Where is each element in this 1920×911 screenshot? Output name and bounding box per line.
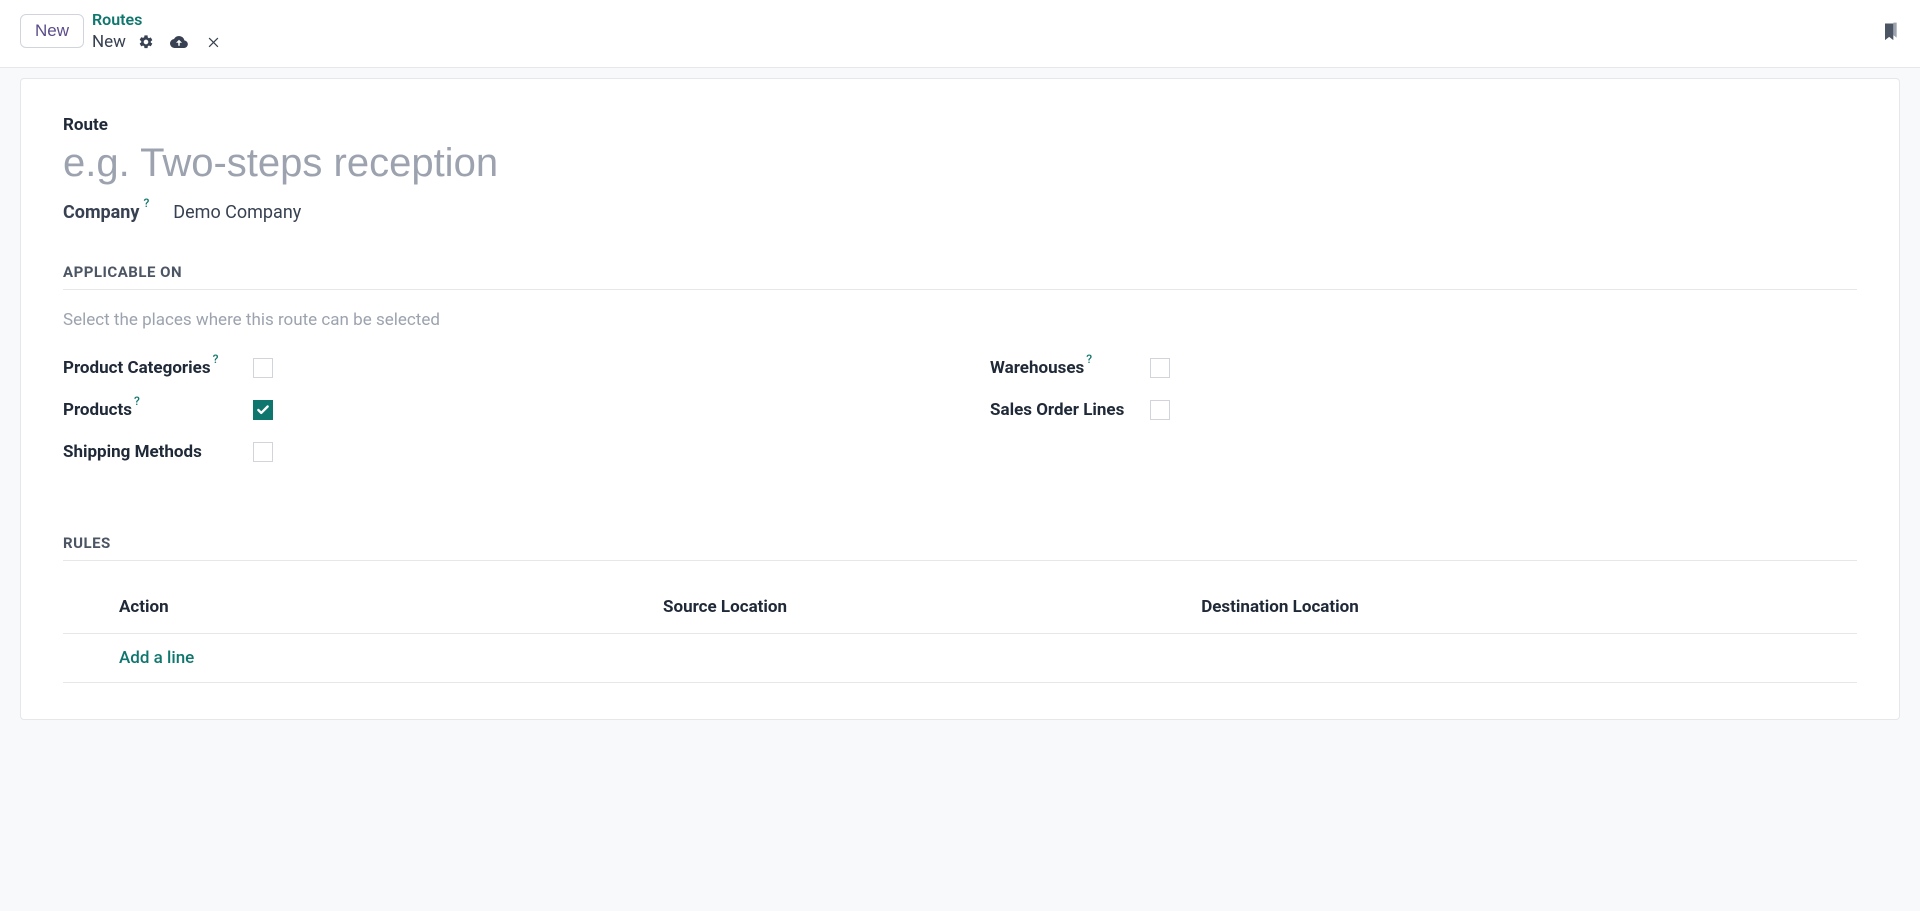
status-icons <box>170 33 221 51</box>
company-label-text: Company <box>63 202 139 223</box>
col-action: Action <box>63 581 655 634</box>
shipping-methods-checkbox[interactable] <box>253 442 273 462</box>
help-icon[interactable]: ? <box>143 196 149 210</box>
rules-section-title: RULES <box>63 534 1857 561</box>
warehouses-label: Warehouses ? <box>990 358 1150 378</box>
products-checkbox[interactable] <box>253 400 273 420</box>
shipping-methods-row: Shipping Methods <box>63 442 930 462</box>
applicable-on-hint: Select the places where this route can b… <box>63 310 1857 330</box>
products-row: Products ? <box>63 400 930 420</box>
sales-order-lines-label: Sales Order Lines <box>990 400 1150 420</box>
sales-order-lines-row: Sales Order Lines <box>990 400 1857 420</box>
applicable-left-col: Product Categories ? Products ? Shipping… <box>63 358 930 484</box>
sales-order-lines-label-text: Sales Order Lines <box>990 400 1124 420</box>
product-categories-label-text: Product Categories <box>63 358 211 378</box>
shipping-methods-label-text: Shipping Methods <box>63 442 202 462</box>
col-destination: Destination Location <box>1193 581 1857 634</box>
products-label: Products ? <box>63 400 253 420</box>
gear-icon[interactable] <box>138 34 154 50</box>
bookmark-icon[interactable] <box>1880 21 1900 41</box>
rules-header-row: Action Source Location Destination Locat… <box>63 581 1857 634</box>
help-icon[interactable]: ? <box>134 394 140 408</box>
company-field-label: Company ? <box>63 202 149 223</box>
breadcrumb-current: New <box>92 31 126 53</box>
shipping-methods-label: Shipping Methods <box>63 442 253 462</box>
warehouses-label-text: Warehouses <box>990 358 1084 378</box>
warehouses-row: Warehouses ? <box>990 358 1857 378</box>
rules-table: Action Source Location Destination Locat… <box>63 581 1857 683</box>
products-label-text: Products <box>63 400 132 420</box>
route-name-input[interactable] <box>63 135 1857 202</box>
warehouses-checkbox[interactable] <box>1150 358 1170 378</box>
page-wrap: Route Company ? Demo Company APPLICABLE … <box>0 68 1920 750</box>
help-icon[interactable]: ? <box>213 352 219 366</box>
breadcrumb-current-row: New <box>92 31 221 53</box>
route-field-label: Route <box>63 115 1857 135</box>
applicable-right-col: Warehouses ? Sales Order Lines <box>990 358 1857 484</box>
product-categories-row: Product Categories ? <box>63 358 930 378</box>
form-sheet: Route Company ? Demo Company APPLICABLE … <box>20 78 1900 720</box>
col-source: Source Location <box>655 581 1193 634</box>
breadcrumb: Routes New <box>92 10 221 53</box>
rules-section: RULES Action Source Location Destination… <box>63 534 1857 683</box>
breadcrumb-root-link[interactable]: Routes <box>92 10 221 31</box>
discard-icon[interactable] <box>206 34 221 49</box>
product-categories-label: Product Categories ? <box>63 358 253 378</box>
topbar-left: New Routes New <box>20 10 221 53</box>
help-icon[interactable]: ? <box>1086 352 1092 366</box>
sales-order-lines-checkbox[interactable] <box>1150 400 1170 420</box>
cloud-upload-icon[interactable] <box>170 33 188 51</box>
applicable-on-section-title: APPLICABLE ON <box>63 263 1857 290</box>
company-value[interactable]: Demo Company <box>173 202 301 223</box>
company-row: Company ? Demo Company <box>63 202 1857 223</box>
topbar: New Routes New <box>0 0 1920 68</box>
product-categories-checkbox[interactable] <box>253 358 273 378</box>
add-line-row: Add a line <box>63 633 1857 682</box>
add-line-link[interactable]: Add a line <box>119 648 194 668</box>
applicable-grid: Product Categories ? Products ? Shipping… <box>63 358 1857 484</box>
new-button[interactable]: New <box>20 14 84 48</box>
